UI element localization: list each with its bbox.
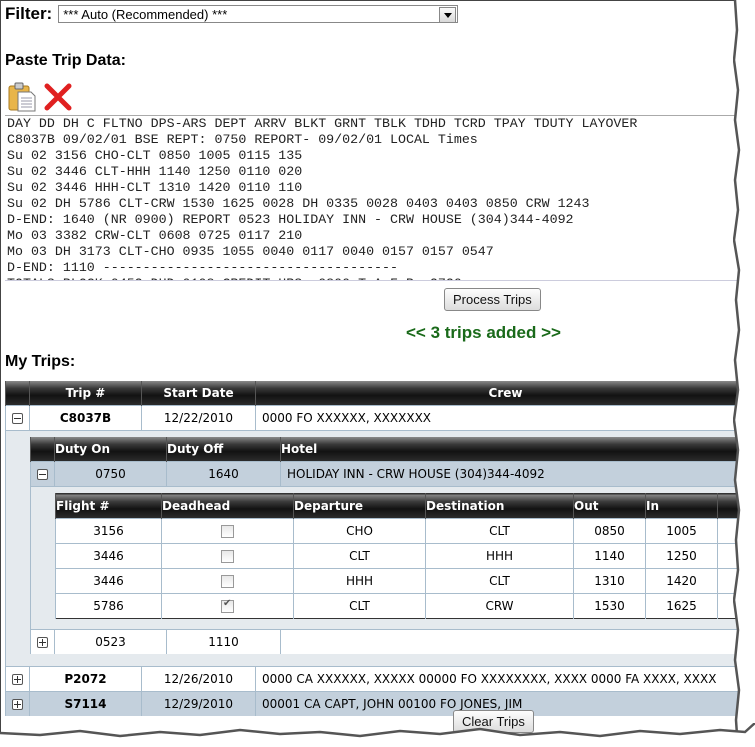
trip-detail-cell: Duty On Duty Off Hotel 0750 1640 HOLIDAY…: [5, 430, 739, 667]
flight-row: 3446 CLT HHH 1140 1250: [55, 543, 739, 569]
filter-select[interactable]: *** Auto (Recommended) ***: [58, 5, 459, 23]
my-trips-title: My Trips:: [5, 353, 76, 370]
duty-table: Duty On Duty Off Hotel 0750 1640 HOLIDAY…: [30, 437, 739, 654]
paste-clipboard-icon[interactable]: [7, 82, 37, 112]
duty-on: 0750: [54, 461, 167, 487]
flight-in: 1625: [645, 593, 718, 619]
dropdown-arrow-icon[interactable]: [439, 7, 457, 23]
trip-row[interactable]: S7114 12/29/2010 00001 CA CAPT, JOHN 001…: [5, 691, 739, 716]
flight-in: 1005: [645, 518, 718, 544]
filter-label: Filter:: [5, 4, 53, 23]
filter-selected-value: *** Auto (Recommended) ***: [63, 7, 228, 22]
flight-destination: HHH: [425, 543, 574, 569]
status-message: << 3 trips added >>: [406, 323, 561, 342]
flight-out: 1530: [573, 593, 646, 619]
flight-departure: HHH: [293, 568, 426, 594]
deadhead-checkbox-checked[interactable]: [221, 598, 234, 613]
flight-row: 3446 HHH CLT 1310 1420: [55, 568, 739, 594]
trip-crew: 0000 FO XXXXXX, XXXXXXX: [255, 405, 739, 431]
paste-trip-data-title: Paste Trip Data:: [5, 52, 126, 69]
header-trip-no[interactable]: Trip #: [29, 381, 142, 406]
duty-header-row: Duty On Duty Off Hotel: [30, 437, 739, 462]
flight-out: 1310: [573, 568, 646, 594]
expand-icon[interactable]: [12, 699, 23, 710]
expand-icon[interactable]: [37, 637, 48, 648]
deadhead-checkbox[interactable]: [221, 575, 234, 588]
duty-hotel: HOLIDAY INN - CRW HOUSE (304)344-4092: [280, 461, 739, 487]
flights-header-row: Flight # Deadhead Departure Destination …: [55, 493, 739, 519]
flight-departure: CLT: [293, 593, 426, 619]
header-duty-on[interactable]: Duty On: [54, 437, 167, 462]
duty-detail-row: Flight # Deadhead Departure Destination …: [30, 486, 739, 630]
header-duty-off[interactable]: Duty Off: [166, 437, 281, 462]
flight-number: 5786: [55, 593, 162, 619]
flight-row: 3156 CHO CLT 0850 1005: [55, 518, 739, 544]
flight-departure: CLT: [293, 543, 426, 569]
trip-crew: 0000 CA XXXXXX, XXXXX 00000 FO XXXXXXXX,…: [255, 666, 739, 692]
collapse-icon[interactable]: [37, 469, 48, 480]
trip-number: C8037B: [29, 405, 142, 431]
torn-edge-bottom: [0, 723, 755, 745]
flights-table: Flight # Deadhead Departure Destination …: [55, 493, 739, 619]
trip-number: P2072: [29, 666, 142, 692]
header-out[interactable]: Out: [573, 493, 646, 519]
deadhead-checkbox[interactable]: [221, 550, 234, 563]
flight-departure: CHO: [293, 518, 426, 544]
trips-table: Trip # Start Date Crew C8037B 12/22/2010…: [5, 381, 739, 716]
duty-hotel: [280, 629, 739, 654]
trip-number: S7114: [29, 691, 142, 716]
torn-edge-right: [733, 0, 747, 735]
collapse-icon[interactable]: [12, 413, 23, 424]
trip-start-date: 12/29/2010: [141, 691, 256, 716]
deadhead-checkbox[interactable]: [221, 525, 234, 538]
page-frame: Filter: *** Auto (Recommended) *** Paste…: [0, 0, 739, 735]
flight-in: 1250: [645, 543, 718, 569]
process-trips-button[interactable]: Process Trips: [444, 288, 541, 311]
duty-off: 1640: [166, 461, 281, 487]
expand-icon[interactable]: [12, 674, 23, 685]
flight-destination: CLT: [425, 568, 574, 594]
header-expand: [5, 381, 30, 406]
flight-destination: CLT: [425, 518, 574, 544]
header-deadhead[interactable]: Deadhead: [161, 493, 294, 519]
duty-off: 1110: [166, 629, 281, 654]
header-crew[interactable]: Crew: [255, 381, 739, 406]
trip-start-date: 12/26/2010: [141, 666, 256, 692]
header-in[interactable]: In: [645, 493, 718, 519]
duty-header-expand: [30, 437, 55, 462]
header-start-date[interactable]: Start Date: [141, 381, 256, 406]
trip-row[interactable]: C8037B 12/22/2010 0000 FO XXXXXX, XXXXXX…: [5, 405, 739, 431]
flight-out: 1140: [573, 543, 646, 569]
flight-number: 3446: [55, 543, 162, 569]
duty-detail-cell: Flight # Deadhead Departure Destination …: [30, 486, 739, 630]
header-departure[interactable]: Departure: [293, 493, 426, 519]
duty-row[interactable]: 0750 1640 HOLIDAY INN - CRW HOUSE (304)3…: [30, 461, 739, 487]
flight-number: 3446: [55, 568, 162, 594]
trip-row[interactable]: P2072 12/26/2010 0000 CA XXXXXX, XXXXX 0…: [5, 666, 739, 692]
header-hotel[interactable]: Hotel: [280, 437, 739, 462]
trips-header-row: Trip # Start Date Crew: [5, 381, 739, 406]
header-flight-no[interactable]: Flight #: [55, 493, 162, 519]
filter-row: Filter: *** Auto (Recommended) ***: [5, 4, 459, 24]
duty-on: 0523: [54, 629, 167, 654]
trip-start-date: 12/22/2010: [141, 405, 256, 431]
trip-detail-row: Duty On Duty Off Hotel 0750 1640 HOLIDAY…: [5, 430, 739, 667]
flight-out: 0850: [573, 518, 646, 544]
trip-data-textarea[interactable]: DAY DD DH C FLTNO DPS-ARS DEPT ARRV BLKT…: [5, 115, 738, 281]
flight-row: 5786 CLT CRW 1530 1625: [55, 593, 739, 619]
flight-in: 1420: [645, 568, 718, 594]
paste-toolbar: [7, 82, 73, 112]
duty-row[interactable]: 0523 1110: [30, 629, 739, 654]
clear-x-icon[interactable]: [43, 82, 73, 112]
flight-number: 3156: [55, 518, 162, 544]
header-destination[interactable]: Destination: [425, 493, 574, 519]
flight-destination: CRW: [425, 593, 574, 619]
